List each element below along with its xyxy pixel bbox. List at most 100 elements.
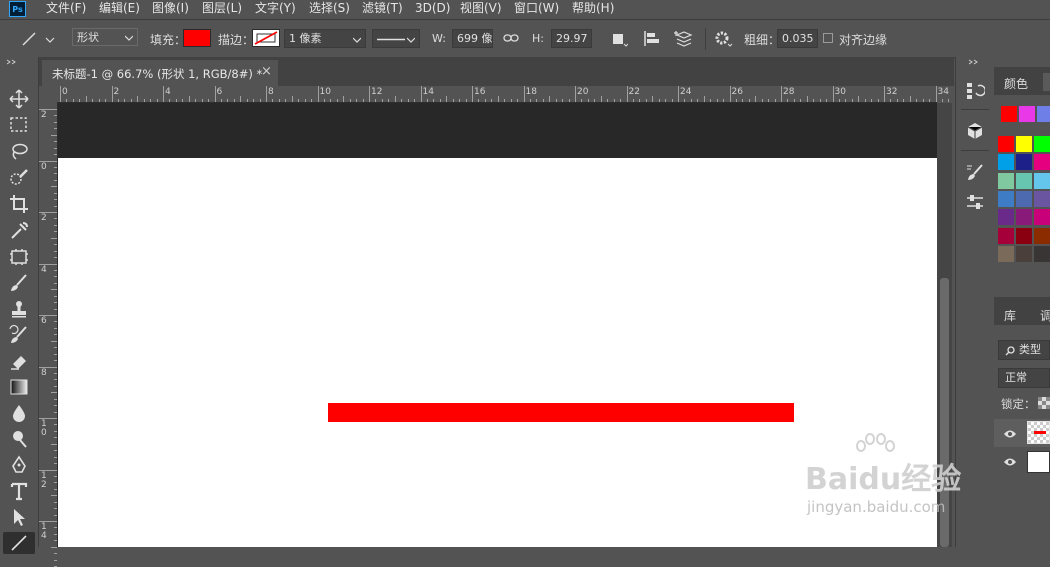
stroke-width-field[interactable]: 1 像素 — [284, 29, 366, 48]
eye-icon[interactable] — [1003, 457, 1017, 467]
history-panel-icon[interactable] — [965, 81, 985, 101]
vertical-ruler[interactable]: 2 0 2 4 6 8 10 12 14 — [39, 102, 58, 567]
menu-layer[interactable]: 图层(L) — [202, 0, 242, 19]
align-edges-checkbox[interactable] — [823, 33, 833, 43]
recent-swatch[interactable] — [1037, 106, 1050, 122]
collapse-arrows-icon[interactable] — [6, 59, 18, 65]
red-line-shape[interactable] — [328, 403, 794, 422]
color-swatch[interactable] — [998, 154, 1014, 171]
eraser-tool-icon[interactable] — [8, 350, 30, 372]
color-swatch[interactable] — [1034, 190, 1050, 207]
lock-transparency-icon[interactable] — [1038, 397, 1050, 409]
menu-type[interactable]: 文字(Y) — [255, 0, 296, 19]
pen-tool-icon[interactable] — [8, 454, 30, 476]
width-field[interactable]: 699 像素 — [452, 29, 493, 48]
line-tool-button[interactable] — [3, 532, 35, 554]
color-swatch[interactable] — [998, 245, 1014, 262]
ruler-minor-tick — [645, 99, 647, 102]
menu-filter[interactable]: 滤镜(T) — [362, 0, 403, 19]
menu-edit[interactable]: 编辑(E) — [99, 0, 140, 19]
marquee-tool-icon[interactable] — [8, 114, 30, 136]
menu-help[interactable]: 帮助(H) — [572, 0, 614, 19]
frame-tool-icon[interactable] — [8, 246, 30, 268]
ruler-minor-tick — [504, 99, 506, 102]
ruler-label: 34 — [937, 87, 949, 97]
ruler-minor-tick — [54, 205, 57, 207]
gradient-tool-icon[interactable] — [8, 376, 30, 398]
crop-tool-icon[interactable] — [8, 193, 30, 215]
ruler-major-tick — [420, 86, 422, 102]
move-tool-icon[interactable] — [8, 88, 30, 110]
gear-icon[interactable] — [714, 30, 734, 48]
menu-file[interactable]: 文件(F) — [46, 0, 86, 19]
color-swatch[interactable] — [1016, 154, 1032, 171]
menu-window[interactable]: 窗口(W) — [514, 0, 559, 19]
quick-selection-tool-icon[interactable] — [8, 167, 30, 189]
color-swatch[interactable] — [1016, 172, 1032, 189]
color-swatch[interactable] — [998, 190, 1014, 207]
stroke-none-icon[interactable] — [252, 29, 280, 47]
weight-field[interactable]: 0.035 像 — [777, 29, 818, 48]
color-swatch[interactable] — [1016, 227, 1032, 244]
color-swatch[interactable] — [998, 227, 1014, 244]
height-field[interactable]: 29.97 像 — [551, 29, 592, 48]
photoshop-logo[interactable]: Ps — [9, 1, 26, 17]
eyedropper-tool-icon[interactable] — [8, 220, 30, 242]
path-alignment-icon[interactable] — [643, 30, 661, 48]
menu-select[interactable]: 选择(S) — [309, 0, 350, 19]
color-swatch[interactable] — [998, 136, 1014, 152]
ruler-minor-tick — [896, 99, 898, 102]
eye-icon[interactable] — [1003, 429, 1017, 439]
color-swatch[interactable] — [1016, 136, 1032, 152]
line-tool-preset-icon[interactable] — [20, 30, 56, 48]
ruler-minor-tick — [54, 360, 57, 362]
color-swatch[interactable] — [1016, 190, 1032, 207]
menu-image[interactable]: 图像(I) — [152, 0, 189, 19]
color-swatch[interactable] — [1016, 209, 1032, 226]
tab-swatches[interactable] — [1043, 73, 1050, 91]
path-arrangement-icon[interactable] — [674, 29, 694, 49]
stroke-type-select[interactable] — [372, 29, 420, 48]
document-tab[interactable]: 未标题-1 @ 66.7% (形状 1, RGB/8#) * × — [42, 60, 278, 86]
color-swatch[interactable] — [998, 209, 1014, 226]
recent-swatch[interactable] — [1019, 106, 1035, 122]
blur-tool-icon[interactable] — [8, 402, 30, 424]
history-brush-tool-icon[interactable] — [8, 324, 30, 346]
brush-settings-icon[interactable] — [965, 163, 985, 183]
lasso-tool-icon[interactable] — [8, 141, 30, 163]
brush-tool-icon[interactable] — [8, 272, 30, 294]
menu-view[interactable]: 视图(V) — [460, 0, 502, 19]
close-tab-button[interactable]: × — [261, 64, 272, 79]
horizontal-ruler[interactable]: 0 2 4 6 8 10 12 14 16 18 20 22 24 26 28 30 32 34 — [57, 86, 982, 103]
layer-filter-select[interactable]: 类型 — [998, 340, 1050, 360]
color-swatch[interactable] — [998, 172, 1014, 189]
color-swatch[interactable] — [1016, 245, 1032, 262]
color-swatch[interactable] — [1034, 172, 1050, 189]
type-tool-icon[interactable] — [8, 480, 30, 502]
color-swatch[interactable] — [1034, 209, 1050, 226]
path-selection-tool-icon[interactable] — [8, 506, 30, 528]
tab-color[interactable]: 颜色 — [1004, 75, 1028, 92]
path-operations-icon[interactable] — [612, 31, 628, 47]
color-swatch[interactable] — [1034, 154, 1050, 171]
blend-mode-select[interactable]: 正常 — [998, 368, 1050, 388]
tab-library[interactable]: 库 — [1004, 307, 1016, 324]
color-swatch[interactable] — [1034, 136, 1050, 152]
color-swatch[interactable] — [1034, 227, 1050, 244]
properties-sliders-icon[interactable] — [965, 192, 985, 212]
recent-swatch[interactable] — [1001, 106, 1017, 122]
tool-mode-select[interactable]: 形状 — [72, 28, 138, 46]
dodge-tool-icon[interactable] — [8, 428, 30, 450]
ruler-minor-tick — [761, 99, 763, 102]
3d-panel-icon[interactable] — [965, 121, 985, 141]
link-icon[interactable] — [503, 33, 519, 43]
collapse-arrows-icon[interactable] — [968, 59, 980, 65]
fill-color-swatch[interactable] — [183, 29, 211, 47]
ruler-minor-tick — [819, 99, 821, 102]
tab-adjustments[interactable]: 调 — [1040, 307, 1050, 324]
menu-3d[interactable]: 3D(D) — [415, 0, 450, 19]
color-swatch[interactable] — [1034, 245, 1050, 262]
stamp-tool-icon[interactable] — [8, 298, 30, 320]
ruler-minor-tick — [735, 99, 737, 102]
ruler-corner[interactable] — [39, 86, 58, 103]
